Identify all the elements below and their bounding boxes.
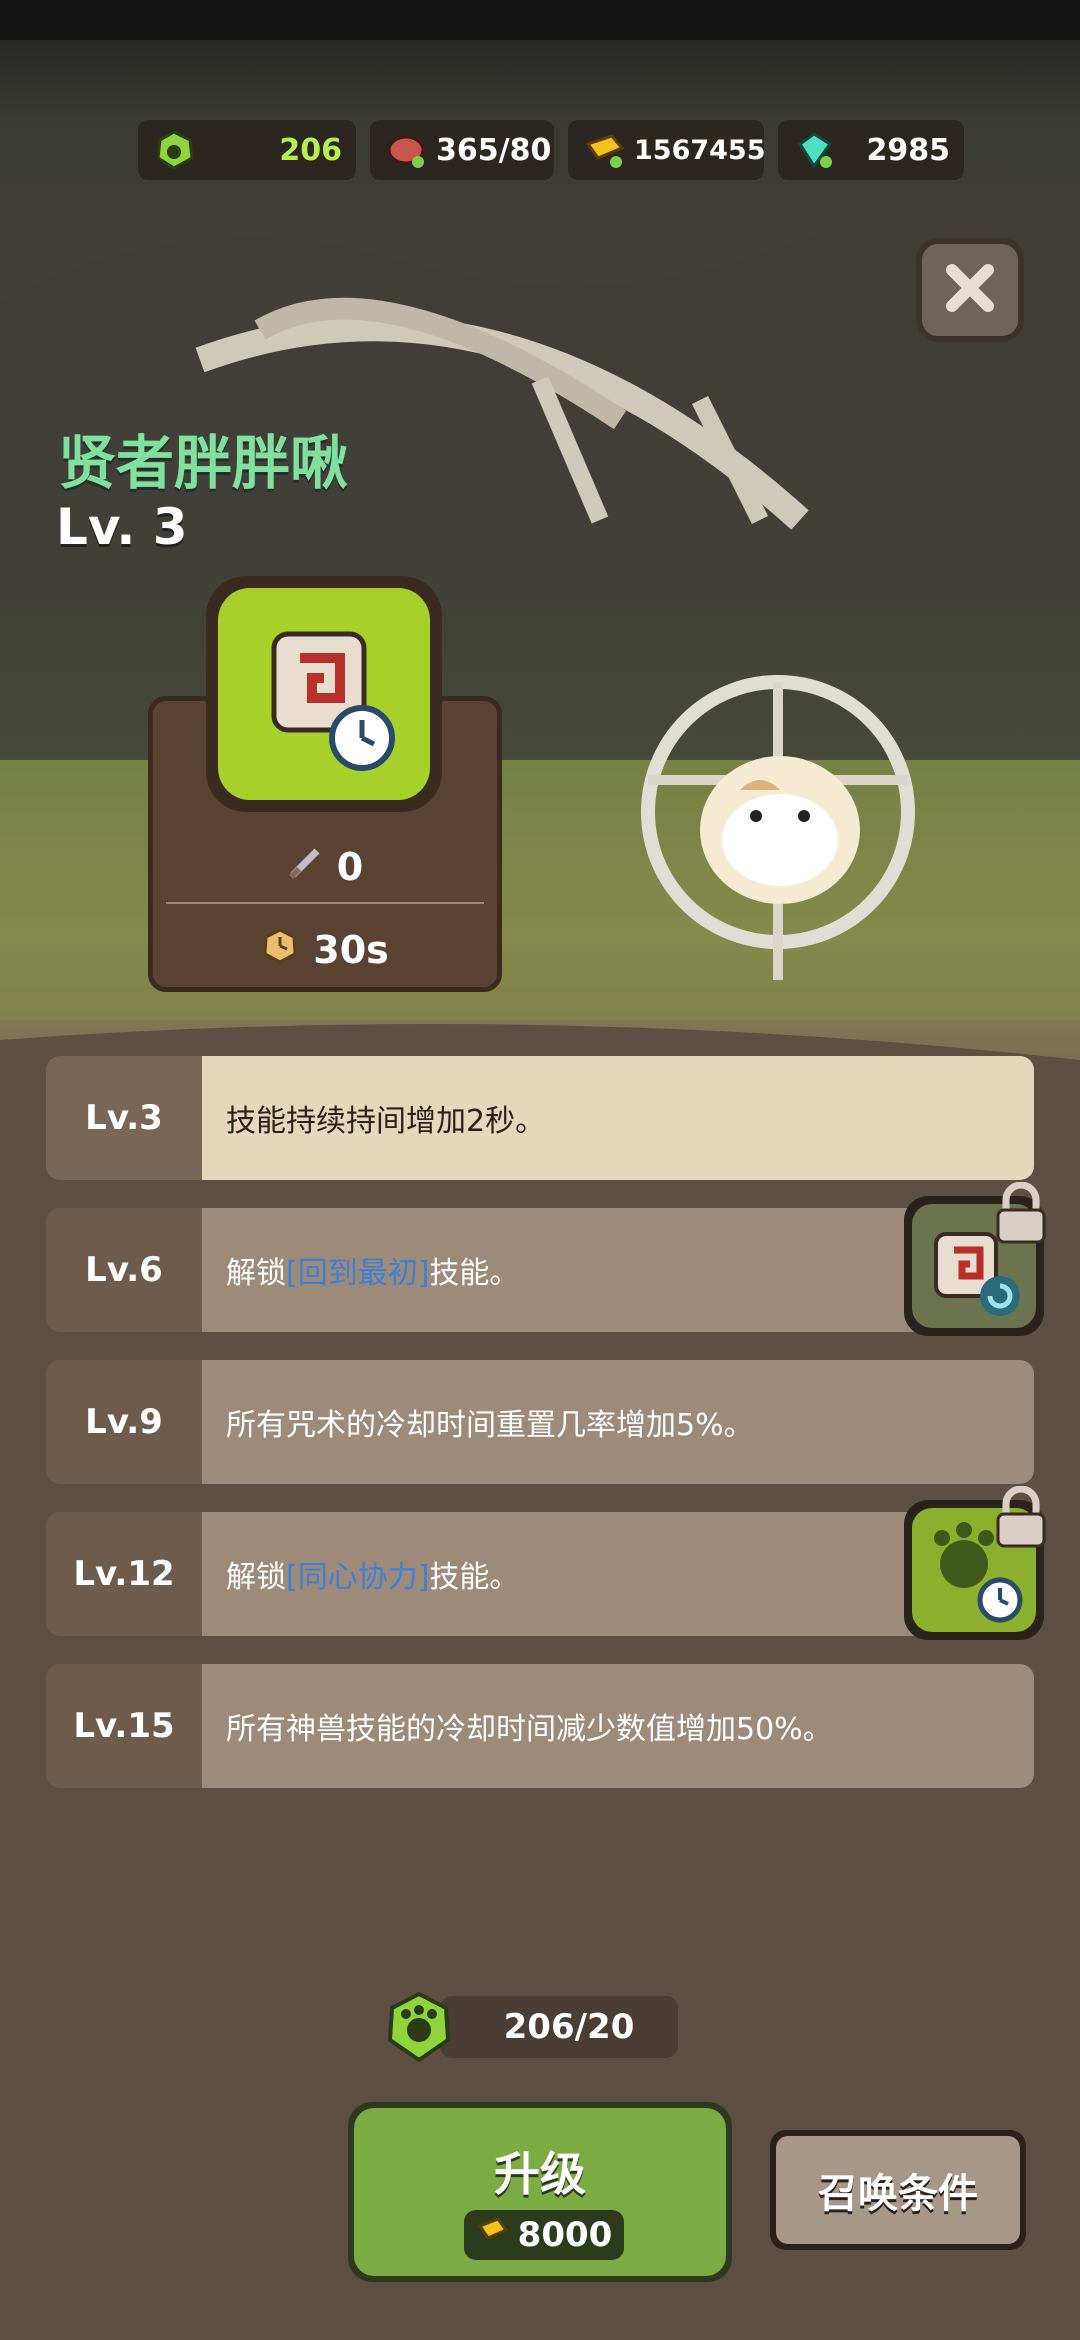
- stone-timer-icon: [271, 631, 395, 771]
- level-label: Lv.6: [46, 1208, 202, 1332]
- level-row-3[interactable]: Lv.3 技能持续持间增加2秒。: [46, 1056, 1034, 1180]
- resource-value: 1567455: [634, 134, 766, 166]
- resource-meat[interactable]: 365/80: [370, 120, 554, 180]
- resource-paw-token[interactable]: 206: [138, 120, 356, 180]
- resource-gold[interactable]: 1567455: [568, 120, 766, 180]
- resource-value: 206: [279, 132, 342, 168]
- level-row-15[interactable]: Lv.15 所有神兽技能的冷却时间减少数值增加50%。: [46, 1664, 1034, 1788]
- skill-cooldown: 30s: [148, 915, 502, 985]
- stat-divider: [166, 902, 484, 904]
- resource-gem[interactable]: 2985: [778, 120, 964, 180]
- upgrade-price: 8000: [464, 2210, 624, 2260]
- upgrade-token-cost: 206/20: [440, 1996, 678, 2058]
- level-row-6[interactable]: Lv.6 解锁 [回到最初] 技能。: [46, 1208, 1034, 1332]
- desc-text: 技能。: [429, 1256, 520, 1291]
- level-label: Lv.12: [46, 1512, 202, 1636]
- upgrade-button[interactable]: 升级 8000: [348, 2102, 732, 2282]
- lock-icon: [992, 1485, 1050, 1554]
- skill-link-unity[interactable]: [同心协力]: [286, 1552, 429, 1596]
- level-row-9[interactable]: Lv.9 所有咒术的冷却时间重置几率增加5%。: [46, 1360, 1034, 1484]
- skill-icon[interactable]: [206, 576, 442, 812]
- character-level: Lv. 3: [56, 498, 188, 556]
- resource-bar: 206 365/80 1567455 2985: [138, 120, 964, 180]
- paw-token-icon: [152, 128, 196, 172]
- desc-text: 解锁: [226, 1560, 286, 1595]
- cost-value: 206/20: [503, 2007, 635, 2047]
- resource-value: 365/80: [436, 132, 552, 168]
- close-icon: [940, 258, 1000, 322]
- gem-icon: [792, 128, 836, 172]
- level-label: Lv.3: [46, 1056, 202, 1180]
- paw-token-icon: [384, 1990, 454, 2066]
- upgrade-label: 升级: [494, 2147, 586, 2201]
- resource-value: 2985: [866, 132, 951, 168]
- meat-icon: [384, 128, 428, 172]
- sword-icon: [287, 845, 323, 890]
- summon-label: 召唤条件: [776, 2136, 1020, 2244]
- level-description: 技能持续持间增加2秒。: [202, 1056, 1034, 1180]
- level-description: 所有咒术的冷却时间重置几率增加5%。: [202, 1360, 1034, 1484]
- character-name: 贤者胖胖啾: [58, 429, 349, 497]
- level-label: Lv.15: [46, 1664, 202, 1788]
- desc-text: 解锁: [226, 1256, 286, 1291]
- skill-attack: 0: [148, 832, 502, 902]
- level-description: 所有神兽技能的冷却时间减少数值增加50%。: [202, 1664, 1034, 1788]
- clock-icon: [261, 927, 299, 974]
- level-label: Lv.9: [46, 1360, 202, 1484]
- level-row-12[interactable]: Lv.12 解锁 [同心协力] 技能。: [46, 1512, 1034, 1636]
- upgrade-price-value: 8000: [517, 2215, 613, 2255]
- gold-icon: [582, 128, 626, 172]
- skill-attack-value: 0: [336, 845, 364, 889]
- summon-conditions-button[interactable]: 召唤条件: [770, 2130, 1026, 2250]
- skill-cooldown-value: 30s: [313, 928, 389, 972]
- desc-text: 技能。: [429, 1560, 520, 1595]
- close-button[interactable]: [916, 238, 1024, 342]
- gold-icon: [476, 2214, 510, 2257]
- skill-link-return[interactable]: [回到最初]: [286, 1248, 429, 1292]
- lock-icon: [992, 1181, 1050, 1250]
